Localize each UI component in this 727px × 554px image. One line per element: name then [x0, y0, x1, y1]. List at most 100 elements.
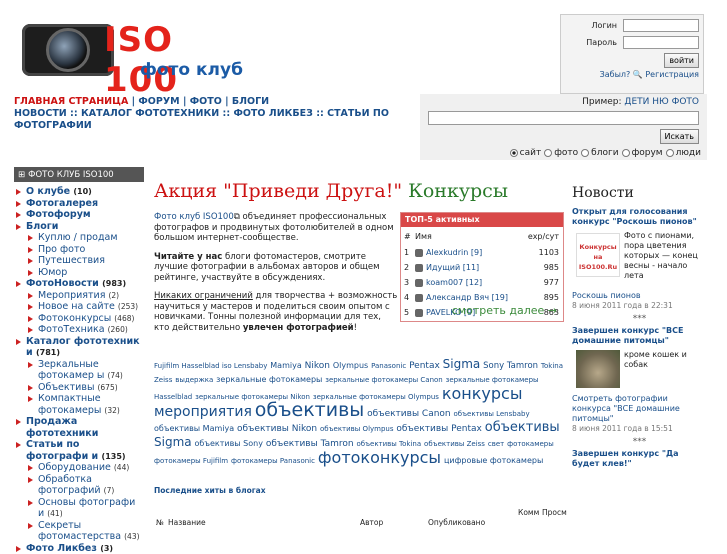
news-item-link[interactable]: Смотреть фотографии конкурса "ВСЕ домашн…	[572, 394, 680, 423]
top5-row[interactable]: 3koam007 [12]977	[401, 275, 563, 290]
tag-link[interactable]: Nikon	[305, 361, 330, 371]
search-example-link[interactable]: ДЕТИ НЮ ФОТО	[624, 97, 699, 107]
sidebar-item[interactable]: Куплю / продам	[14, 232, 144, 244]
tag-link[interactable]: объективы Sony	[195, 439, 263, 448]
nav-photo[interactable]: ФОТО	[190, 96, 222, 107]
sidebar-item[interactable]: Юмор	[14, 267, 144, 279]
nav-blogs[interactable]: БЛОГИ	[232, 96, 269, 107]
headline-contests-link[interactable]: Конкурсы	[408, 180, 508, 202]
col-num: №	[156, 518, 164, 527]
tag-link[interactable]: Mamiya	[270, 361, 301, 370]
sidebar-item[interactable]: Фотофорум	[14, 209, 144, 221]
login-input[interactable]	[623, 19, 699, 32]
scope-forum[interactable]: форум	[622, 148, 663, 158]
news-item-title[interactable]: Открыт для голосования конкурс "Роскошь …	[572, 207, 697, 226]
blog-hits-title[interactable]: Последние хиты в блогах	[154, 486, 266, 495]
tag-link[interactable]: зеркальные фотокамеры	[216, 375, 322, 384]
tag-link[interactable]: Olympus	[333, 361, 368, 370]
sidebar-item[interactable]: Новое на сайте (253)	[14, 301, 144, 313]
sidebar-item[interactable]: Секреты фотомастерства (43)	[14, 520, 144, 543]
sidebar-item[interactable]: Блоги	[14, 221, 144, 233]
sidebar-item[interactable]: Статьи по фотографи и (135)	[14, 439, 144, 462]
news-item: Завершен конкурс "Да будет клев!"	[572, 449, 707, 469]
sidebar-item[interactable]: О клубе (10)	[14, 186, 144, 198]
site-logo[interactable]: ISO 100 фото клуб	[18, 16, 248, 84]
tag-link[interactable]: выдержка	[175, 376, 213, 384]
tag-link[interactable]: Pentax	[409, 361, 440, 371]
sidebar-item[interactable]: Путешествия	[14, 255, 144, 267]
col-published: Опубликовано	[428, 518, 485, 527]
top5-row[interactable]: 1Alexkudrin [9]1103	[401, 245, 563, 260]
news-item-title[interactable]: Завершен конкурс "Да будет клев!"	[572, 449, 679, 468]
sidebar-item[interactable]: Каталог фототехник и (781)	[14, 336, 144, 359]
tag-link[interactable]: объективы	[255, 399, 365, 421]
tag-link[interactable]: Sigma	[154, 435, 192, 449]
news-item-link[interactable]: Роскошь пионов	[572, 291, 641, 300]
password-input[interactable]	[623, 36, 699, 49]
tag-link[interactable]: Panasonic	[371, 362, 406, 370]
tag-link[interactable]: мероприятия	[154, 404, 252, 420]
tag-link[interactable]: объективы Canon	[367, 409, 450, 419]
tag-link[interactable]: объективы Tokina	[356, 440, 421, 448]
news-item-date: 8 июня 2011 года в 22:31	[572, 301, 707, 311]
tag-link[interactable]: объективы Lensbaby	[454, 410, 530, 418]
intro-club-link[interactable]: Фото клуб ISO100	[154, 212, 234, 222]
scope-site[interactable]: сайт	[510, 148, 542, 158]
sidebar-item[interactable]: Фотогалерея	[14, 198, 144, 210]
tag-link[interactable]: фотокамеры Panasonic	[231, 457, 315, 465]
nav-catalog[interactable]: КАТАЛОГ ФОТОТЕХНИКИ	[81, 108, 219, 119]
sidebar-item[interactable]: Объективы (675)	[14, 382, 144, 394]
login-label: Логин	[591, 21, 617, 30]
sidebar-item[interactable]: Мероприятия (2)	[14, 290, 144, 302]
top5-row[interactable]: 2Идущий [11]985	[401, 260, 563, 275]
scope-photo[interactable]: фото	[544, 148, 578, 158]
headline-promo-link[interactable]: Акция "Приведи Друга!"	[154, 180, 402, 202]
news-item-title[interactable]: Завершен конкурс "ВСЕ домашние питомцы"	[572, 326, 683, 345]
sidebar-item[interactable]: Продажа фототехники	[14, 416, 144, 439]
search-button[interactable]: Искать	[660, 129, 700, 144]
tag-link[interactable]: конкурсы	[442, 384, 523, 403]
register-link[interactable]: Регистрация	[645, 70, 699, 79]
sidebar-item[interactable]: ФотоТехника (260)	[14, 324, 144, 336]
col-views: Просм	[542, 508, 567, 517]
tag-link[interactable]: объективы Mamiya	[154, 424, 234, 433]
nav-forum[interactable]: ФОРУМ	[138, 96, 179, 107]
search-input[interactable]	[428, 111, 699, 125]
nav-news[interactable]: НОВОСТИ	[14, 108, 67, 119]
tag-link[interactable]: фотокамеры	[507, 440, 554, 448]
tag-link[interactable]: объективы Pentax	[396, 424, 481, 434]
tag-link[interactable]: объективы Olympus	[320, 425, 394, 433]
tag-link[interactable]: объективы Nikon	[237, 424, 317, 434]
tag-link[interactable]: объективы Zeiss	[424, 440, 485, 448]
tag-link[interactable]: объективы	[485, 420, 560, 435]
tag-link[interactable]: цифровые фотокамеры	[444, 456, 543, 465]
top5-more-link[interactable]: смотреть далее →	[452, 304, 557, 317]
tag-link[interactable]: фотокамеры Fujifilm	[154, 457, 228, 465]
sidebar-item[interactable]: Обработка фотографий (7)	[14, 474, 144, 497]
sidebar-item[interactable]: Фото Ликбез (3)	[14, 543, 144, 554]
sidebar-item[interactable]: Основы фотографи и (41)	[14, 497, 144, 520]
sidebar-item[interactable]: Про фото	[14, 244, 144, 256]
sidebar-item[interactable]: ФотоНовости (983)	[14, 278, 144, 290]
sidebar-item[interactable]: Оборудование (44)	[14, 462, 144, 474]
scope-blogs[interactable]: блоги	[581, 148, 618, 158]
tag-link[interactable]: Sony Tamron	[483, 361, 538, 371]
scope-people[interactable]: люди	[666, 148, 701, 158]
forgot-link[interactable]: Забыл?	[600, 70, 631, 79]
hedgehog-photo[interactable]	[576, 350, 620, 388]
tag-link[interactable]: зеркальные фотокамеры Canon	[325, 376, 443, 384]
main-content: Акция "Приведи Друга!" Конкурсы Фото клу…	[154, 180, 564, 202]
sidebar-item[interactable]: Фотоконкурсы (468)	[14, 313, 144, 325]
sidebar-item[interactable]: Компактные фотокамеры (32)	[14, 393, 144, 416]
tag-link[interactable]: Sigma	[443, 357, 481, 371]
contest-banner-image[interactable]: Конкурсы на ISO100.Ru	[576, 233, 620, 277]
nav-home[interactable]: ГЛАВНАЯ СТРАНИЦА	[14, 96, 128, 107]
tag-link[interactable]: свет	[488, 440, 504, 448]
main-nav: ГЛАВНАЯ СТРАНИЦА | ФОРУМ | ФОТО | БЛОГИ …	[14, 96, 414, 132]
login-button[interactable]: войти	[664, 53, 699, 68]
nav-likbez[interactable]: ФОТО ЛИКБЕЗ	[233, 108, 312, 119]
top5-row[interactable]: 4Александр Вяч [19]895	[401, 290, 563, 305]
sidebar-item[interactable]: Зеркальные фотокамер ы (74)	[14, 359, 144, 382]
tag-link[interactable]: Fujifilm Hasselblad iso Lensbaby	[154, 362, 267, 370]
tag-link[interactable]: фотоконкурсы	[318, 448, 441, 467]
